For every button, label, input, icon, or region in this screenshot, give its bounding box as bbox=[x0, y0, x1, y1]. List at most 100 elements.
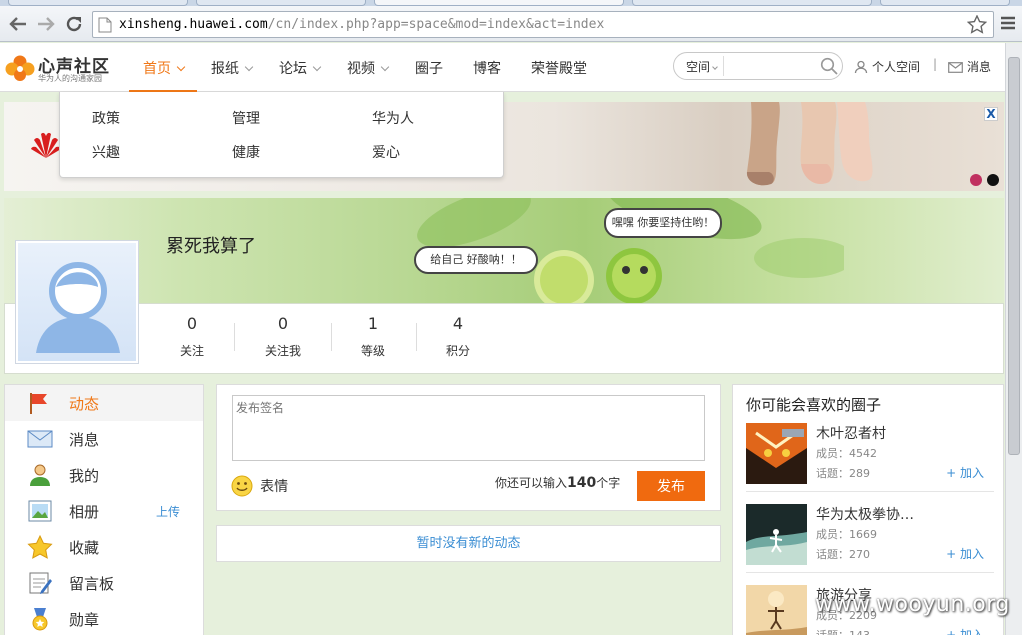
scrollbar-thumb[interactable] bbox=[1008, 57, 1020, 455]
dropdown-item-policy[interactable]: 政策 bbox=[92, 108, 120, 128]
mail-icon bbox=[948, 62, 963, 73]
dropdown-item-management[interactable]: 管理 bbox=[232, 108, 260, 128]
banner-dot-2[interactable] bbox=[987, 174, 999, 186]
ballet-feet-image bbox=[746, 102, 873, 186]
search-scope-select[interactable]: 空间 bbox=[686, 58, 718, 75]
join-group-button[interactable]: + 加入 bbox=[946, 464, 984, 481]
nav-video-label: 视频 bbox=[347, 61, 375, 77]
avatar-placeholder bbox=[18, 243, 136, 361]
group-thumbnail[interactable] bbox=[746, 504, 807, 565]
emoji-label: 表情 bbox=[260, 479, 289, 495]
personal-space-link[interactable]: 个人空间 bbox=[854, 58, 920, 75]
group-members: 成员：4542 bbox=[816, 445, 877, 461]
profile-cover: 嘿嘿 你要坚持住哟！ 给自己 好酸呐！！ 累死我算了 bbox=[4, 198, 1004, 303]
nav-forum-label: 论坛 bbox=[279, 61, 307, 77]
photo-icon bbox=[28, 500, 52, 522]
feed-empty-message[interactable]: 暂时没有新的动态 bbox=[216, 525, 721, 562]
stat-points-label: 积分 bbox=[445, 344, 470, 358]
dropdown-item-interests[interactable]: 兴趣 bbox=[92, 142, 120, 162]
menu-item-medals[interactable]: 勋章 bbox=[5, 601, 203, 635]
dropdown-item-charity[interactable]: 爱心 bbox=[372, 142, 400, 162]
join-group-button[interactable]: + 加入 bbox=[946, 545, 984, 562]
chevron-down-icon bbox=[380, 62, 390, 72]
signature-textarea[interactable] bbox=[232, 395, 705, 461]
nav-circles[interactable]: 圈子 bbox=[415, 58, 443, 78]
emoji-button[interactable]: 表情 bbox=[231, 475, 288, 497]
menu-item-messages-label: 消息 bbox=[69, 431, 100, 449]
profile-username: 累死我算了 bbox=[166, 236, 256, 257]
group-members-count: 1669 bbox=[849, 528, 877, 541]
hamburger-icon bbox=[1001, 16, 1015, 30]
stat-followers-label: 关注我 bbox=[264, 344, 301, 358]
dropdown-item-health[interactable]: 健康 bbox=[232, 142, 260, 162]
menu-item-guestbook-label: 留言板 bbox=[69, 575, 115, 593]
group-topics-count: 143 bbox=[849, 629, 870, 635]
menu-item-mine[interactable]: 我的 bbox=[5, 457, 203, 493]
banner-close-button[interactable]: X bbox=[984, 107, 998, 121]
search-icon[interactable] bbox=[820, 57, 838, 75]
group-members-count: 4542 bbox=[849, 447, 877, 460]
group-divider bbox=[746, 572, 994, 573]
group-image-taichi bbox=[746, 504, 807, 565]
group-topics: 话题：289 bbox=[816, 465, 870, 481]
default-avatar-icon bbox=[36, 262, 120, 353]
browser-menu-button[interactable] bbox=[1000, 16, 1016, 34]
publish-button[interactable]: 发布 bbox=[637, 471, 705, 501]
stat-level[interactable]: 1 等级 bbox=[333, 314, 413, 359]
bookmark-star-icon[interactable] bbox=[967, 15, 987, 34]
stat-followers[interactable]: 0 关注我 bbox=[243, 314, 323, 359]
chevron-down-icon bbox=[312, 62, 322, 72]
group-topics-count: 289 bbox=[849, 467, 870, 480]
stat-points-value: 4 bbox=[452, 314, 464, 333]
nav-home-label: 首页 bbox=[143, 61, 171, 77]
join-group-button[interactable]: + 加入 bbox=[946, 626, 984, 635]
group-thumbnail[interactable] bbox=[746, 423, 807, 484]
left-menu: 动态 消息 我的 相册 上传 收藏 留言板 勋章 bbox=[4, 384, 204, 635]
back-button[interactable] bbox=[6, 12, 30, 36]
banner-dot-1[interactable] bbox=[970, 174, 982, 186]
group-members-label: 成员： bbox=[816, 447, 849, 460]
nav-forum[interactable]: 论坛 bbox=[279, 58, 322, 78]
nav-honor-hall[interactable]: 荣誉殿堂 bbox=[531, 58, 587, 78]
star-icon bbox=[27, 535, 53, 559]
logo-flower-icon bbox=[5, 55, 35, 81]
menu-item-guestbook[interactable]: 留言板 bbox=[5, 565, 203, 601]
chevron-down-icon bbox=[712, 64, 718, 70]
nav-video[interactable]: 视频 bbox=[347, 58, 390, 78]
search-box: 空间 bbox=[673, 52, 843, 80]
group-image-naruto bbox=[746, 423, 807, 484]
envelope-icon bbox=[27, 430, 53, 448]
dropdown-item-huawei-people[interactable]: 华为人 bbox=[372, 108, 414, 128]
messages-link[interactable]: 消息 bbox=[948, 58, 991, 75]
stat-following[interactable]: 0 关注 bbox=[152, 314, 232, 359]
logo-slogan: 华为人的沟通家园 bbox=[38, 74, 102, 83]
user-icon bbox=[854, 60, 868, 74]
person-icon bbox=[30, 464, 50, 486]
group-name[interactable]: 华为太极拳协… bbox=[816, 504, 914, 524]
forward-button[interactable] bbox=[34, 12, 58, 36]
watermark: www.wooyun.org bbox=[815, 592, 1010, 617]
cover-speech-bubble-2: 给自己 好酸呐！！ bbox=[414, 246, 538, 274]
search-input[interactable] bbox=[726, 55, 816, 77]
group-thumbnail[interactable] bbox=[746, 585, 807, 635]
avatar[interactable] bbox=[15, 240, 139, 364]
album-upload-link[interactable]: 上传 bbox=[156, 503, 180, 520]
menu-item-mine-label: 我的 bbox=[69, 467, 100, 485]
char-counter: 你还可以输入140个字 bbox=[495, 474, 620, 491]
stat-level-label: 等级 bbox=[360, 344, 385, 358]
reload-button[interactable] bbox=[62, 12, 86, 36]
nav-newspaper[interactable]: 报纸 bbox=[211, 58, 254, 78]
menu-item-album[interactable]: 相册 上传 bbox=[5, 493, 203, 529]
stat-points[interactable]: 4 积分 bbox=[418, 314, 498, 359]
menu-item-messages[interactable]: 消息 bbox=[5, 421, 203, 457]
menu-item-favorites[interactable]: 收藏 bbox=[5, 529, 203, 565]
nav-blog[interactable]: 博客 bbox=[473, 58, 501, 78]
group-name[interactable]: 木叶忍者村 bbox=[816, 423, 886, 443]
home-dropdown-menu: 政策 管理 华为人 兴趣 健康 爱心 bbox=[59, 92, 504, 178]
menu-item-medals-label: 勋章 bbox=[69, 611, 100, 629]
nav-home[interactable]: 首页 bbox=[143, 58, 186, 78]
menu-item-feed[interactable]: 动态 bbox=[5, 385, 203, 421]
address-bar[interactable]: xinsheng.huawei.com/cn/index.php?app=spa… bbox=[92, 11, 994, 38]
search-scope-label: 空间 bbox=[686, 60, 711, 74]
forward-arrow-icon bbox=[38, 17, 55, 31]
